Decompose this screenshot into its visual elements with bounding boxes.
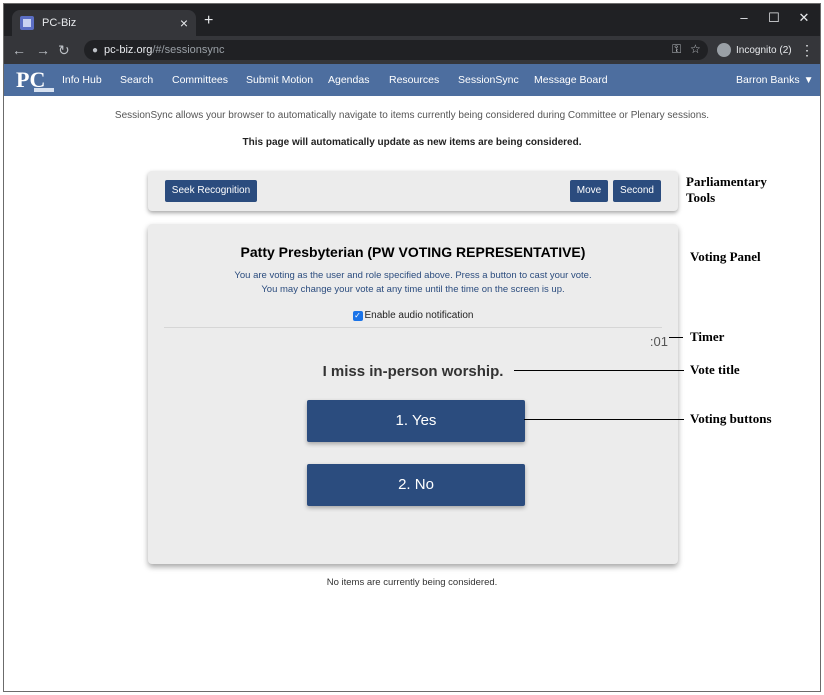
intro-text: SessionSync allows your browser to autom… <box>114 110 710 121</box>
screenshot-frame: PC-Biz × + – ☐ ✕ ← → ↻ ● pc-biz.org /#/s… <box>3 3 821 692</box>
no-items-text: No items are currently being considered. <box>326 577 498 588</box>
forward-icon[interactable]: → <box>36 42 50 58</box>
vote-yes-button[interactable]: 1. Yes <box>307 400 525 442</box>
nav-resources[interactable]: Resources <box>389 64 439 96</box>
logo-underline <box>34 88 54 92</box>
second-button[interactable]: Second <box>613 180 661 202</box>
vote-timer: :01 <box>649 334 668 349</box>
url-field[interactable]: ● pc-biz.org /#/sessionsync ⚿ ☆ <box>84 40 708 60</box>
audio-notification-toggle[interactable]: ✓ Enable audio notification <box>148 310 678 321</box>
menu-icon[interactable]: ⋮ <box>800 42 814 58</box>
incognito-label: Incognito (2) <box>736 44 792 56</box>
lock-icon: ● <box>92 44 99 56</box>
annotation-tools: Parliamentary Tools <box>686 174 767 205</box>
annotation-line-title <box>514 370 684 371</box>
checkbox-checked-icon[interactable]: ✓ <box>352 310 363 321</box>
close-window-icon[interactable]: ✕ <box>794 10 814 26</box>
voting-panel: Patty Presbyterian (PW VOTING REPRESENTA… <box>148 224 678 564</box>
parliamentary-tools-panel: Seek Recognition Move Second <box>148 171 678 211</box>
annotation-line-buttons <box>524 419 684 420</box>
nav-committees[interactable]: Committees <box>172 64 228 96</box>
annotation-voting-buttons: Voting buttons <box>690 411 772 426</box>
autoupdate-text: This page will automatically update as n… <box>242 137 582 148</box>
browser-tab-bar: PC-Biz × + – ☐ ✕ <box>4 4 820 36</box>
audio-label: Enable audio notification <box>364 310 474 321</box>
user-name: Barron Banks <box>736 74 800 86</box>
incognito-indicator[interactable]: Incognito (2) <box>717 41 792 59</box>
browser-address-bar: ← → ↻ ● pc-biz.org /#/sessionsync ⚿ ☆ In… <box>4 36 820 64</box>
divider <box>164 327 662 328</box>
chevron-down-icon: ▼ <box>803 75 814 86</box>
voting-instruction-2: You may change your vote at any time unt… <box>261 284 565 295</box>
back-icon[interactable]: ← <box>12 42 26 58</box>
site-nav: PC Info Hub Search Committees Submit Mot… <box>4 64 820 96</box>
move-button[interactable]: Move <box>570 180 608 202</box>
star-icon[interactable]: ☆ <box>690 42 701 56</box>
voter-name: Patty Presbyterian (PW VOTING REPRESENTA… <box>240 244 586 260</box>
annotation-vote-title: Vote title <box>690 362 740 377</box>
favicon-icon <box>20 16 34 30</box>
nav-sessionsync[interactable]: SessionSync <box>458 64 519 96</box>
site-logo[interactable]: PC <box>16 66 54 94</box>
reload-icon[interactable]: ↻ <box>58 42 70 58</box>
maximize-icon[interactable]: ☐ <box>764 10 784 26</box>
vote-no-button[interactable]: 2. No <box>307 464 525 506</box>
nav-search[interactable]: Search <box>120 64 153 96</box>
annotation-voting-panel: Voting Panel <box>690 249 761 264</box>
nav-submit-motion[interactable]: Submit Motion <box>246 64 313 96</box>
vote-title: I miss in-person worship. <box>322 363 504 380</box>
url-host: pc-biz.org <box>104 44 153 56</box>
key-icon[interactable]: ⚿ <box>672 42 681 57</box>
voting-instruction-1: You are voting as the user and role spec… <box>234 270 592 281</box>
minimize-icon[interactable]: – <box>734 10 754 26</box>
browser-tab[interactable]: PC-Biz × <box>12 10 196 36</box>
seek-recognition-button[interactable]: Seek Recognition <box>165 180 257 202</box>
nav-message-board[interactable]: Message Board <box>534 64 608 96</box>
user-menu[interactable]: Barron Banks ▼ <box>736 64 814 96</box>
annotation-timer: Timer <box>690 329 725 344</box>
tab-title: PC-Biz <box>42 17 77 29</box>
nav-info-hub[interactable]: Info Hub <box>62 64 102 96</box>
new-tab-icon[interactable]: + <box>204 13 213 29</box>
incognito-icon <box>717 43 731 57</box>
nav-agendas[interactable]: Agendas <box>328 64 369 96</box>
annotation-line-timer <box>669 337 683 338</box>
url-path: /#/sessionsync <box>152 44 225 56</box>
tab-close-icon[interactable]: × <box>180 16 188 30</box>
